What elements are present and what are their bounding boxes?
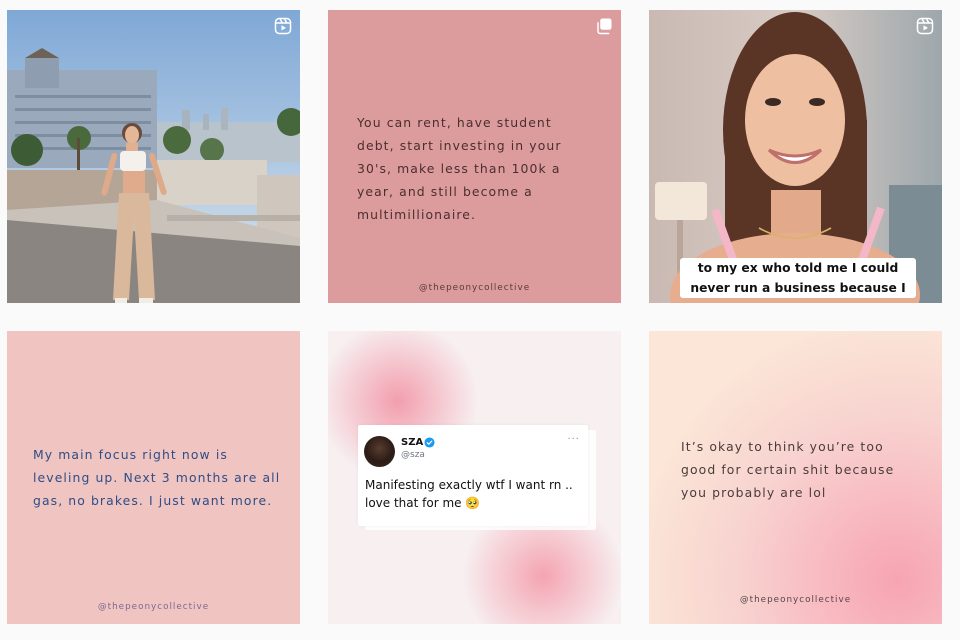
post-tile-rooftop-reel[interactable]: [7, 10, 300, 303]
more-options-icon: ···: [567, 434, 580, 445]
verified-badge-icon: [424, 437, 435, 448]
tweet-card: SZA @sza ··· Manifesting exactly wtf I w…: [358, 425, 588, 526]
reel-caption-overlay: to my ex who told me I could never run a…: [680, 258, 916, 298]
post-tile-ex-business-reel[interactable]: to my ex who told me I could never run a…: [649, 10, 942, 303]
reels-icon: [274, 17, 292, 35]
tweet-display-name: SZA: [401, 437, 424, 448]
avatar: [364, 436, 395, 467]
post-quote-text: My main focus right now is leveling up. …: [33, 447, 281, 508]
post-handle: @thepeonycollective: [97, 602, 210, 612]
post-tile-investing-quote[interactable]: You can rent, have student debt, start i…: [328, 10, 621, 303]
post-handle: @thepeonycollective: [739, 595, 852, 605]
tweet-username: @sza: [401, 450, 425, 460]
profile-post-grid: You can rent, have student debt, start i…: [0, 0, 960, 640]
post-tile-leveling-up-quote[interactable]: My main focus right now is leveling up. …: [7, 331, 300, 624]
carousel-icon: [597, 18, 612, 35]
post-tile-too-good-quote[interactable]: It’s okay to think you’re too good for c…: [649, 331, 942, 624]
post-quote-text: It’s okay to think you’re too good for c…: [681, 439, 895, 500]
post-tile-sza-tweet[interactable]: SZA @sza ··· Manifesting exactly wtf I w…: [328, 331, 621, 624]
reels-icon: [916, 17, 934, 35]
post-handle: @thepeonycollective: [418, 283, 531, 293]
rooftop-photo: [7, 10, 300, 303]
post-quote-text: You can rent, have student debt, start i…: [357, 115, 562, 222]
tweet-text: Manifesting exactly wtf I want rn .. lov…: [365, 478, 573, 510]
